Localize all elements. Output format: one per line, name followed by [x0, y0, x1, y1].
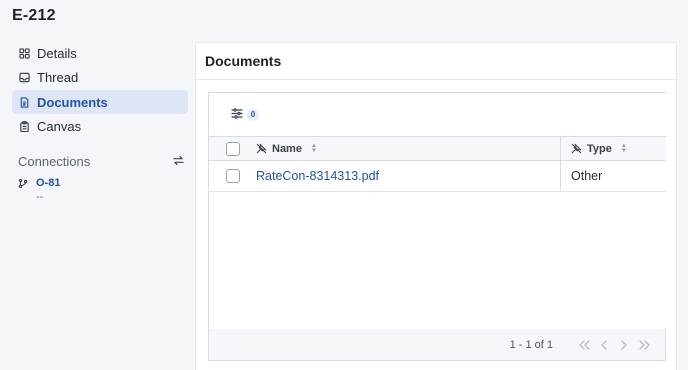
- first-page-icon[interactable]: [577, 338, 591, 352]
- previous-page-icon[interactable]: [597, 338, 611, 352]
- last-page-icon[interactable]: [637, 338, 651, 352]
- inbox-icon: [18, 72, 30, 84]
- sort-icon[interactable]: ▲ ▼: [311, 143, 317, 154]
- connection-subtext: --: [36, 191, 44, 203]
- pagination-count: 1 - 1 of 1: [509, 338, 553, 351]
- filter-count-badge: 0: [247, 108, 259, 121]
- pin-off-icon[interactable]: [256, 143, 267, 154]
- sidebar-item-documents[interactable]: Documents: [12, 90, 188, 115]
- filter-icon[interactable]: [231, 106, 243, 124]
- sidebar-item-label: Documents: [37, 94, 108, 110]
- connections-section: Connections O-81 --: [18, 153, 184, 203]
- sidebar-item-canvas[interactable]: Canvas: [12, 115, 188, 139]
- documents-panel: Documents 0 Name ▲ ▼ Type ▲ ▼ RateCon-83…: [195, 42, 677, 370]
- document-type: Other: [571, 169, 603, 183]
- table-header: Name ▲ ▼ Type ▲ ▼: [209, 136, 666, 161]
- branch-icon: [18, 178, 29, 189]
- sidebar: Details Thread Documents Canvas: [12, 41, 188, 139]
- column-label: Type: [587, 142, 612, 155]
- column-header-type[interactable]: Type ▲ ▼: [561, 137, 666, 160]
- document-name-link[interactable]: RateCon-8314313.pdf: [256, 169, 379, 183]
- panel-title: Documents: [196, 43, 676, 80]
- connection-label: O-81: [36, 177, 61, 189]
- grid-icon: [18, 47, 30, 59]
- documents-table: 0 Name ▲▼ Type ▲▼ RateCon-8314313.pdf: [208, 92, 666, 360]
- sidebar-item-thread[interactable]: Thread: [12, 66, 188, 90]
- document-icon: [18, 96, 30, 108]
- next-page-icon[interactable]: [617, 338, 631, 352]
- sidebar-item-label: Canvas: [37, 119, 82, 135]
- swap-icon[interactable]: [173, 154, 184, 169]
- connections-heading: Connections: [18, 153, 91, 169]
- clipboard-icon: [18, 121, 30, 133]
- table-row[interactable]: RateCon-8314313.pdf Other: [209, 161, 666, 192]
- pin-off-icon[interactable]: [571, 143, 582, 154]
- sidebar-item-label: Thread: [37, 70, 79, 86]
- connection-item[interactable]: O-81: [18, 177, 184, 189]
- column-header-name[interactable]: Name ▲ ▼: [256, 137, 561, 160]
- select-all-checkbox[interactable]: [225, 141, 240, 156]
- page-title: E-212: [12, 7, 56, 24]
- table-toolbar: 0: [209, 93, 666, 136]
- column-label: Name: [272, 142, 302, 155]
- row-checkbox[interactable]: [225, 169, 240, 183]
- pagination-bar: 1 - 1 of 1: [208, 329, 666, 361]
- sort-icon[interactable]: ▲ ▼: [621, 143, 627, 154]
- sidebar-item-label: Details: [37, 45, 77, 61]
- sidebar-item-details[interactable]: Details: [12, 41, 188, 65]
